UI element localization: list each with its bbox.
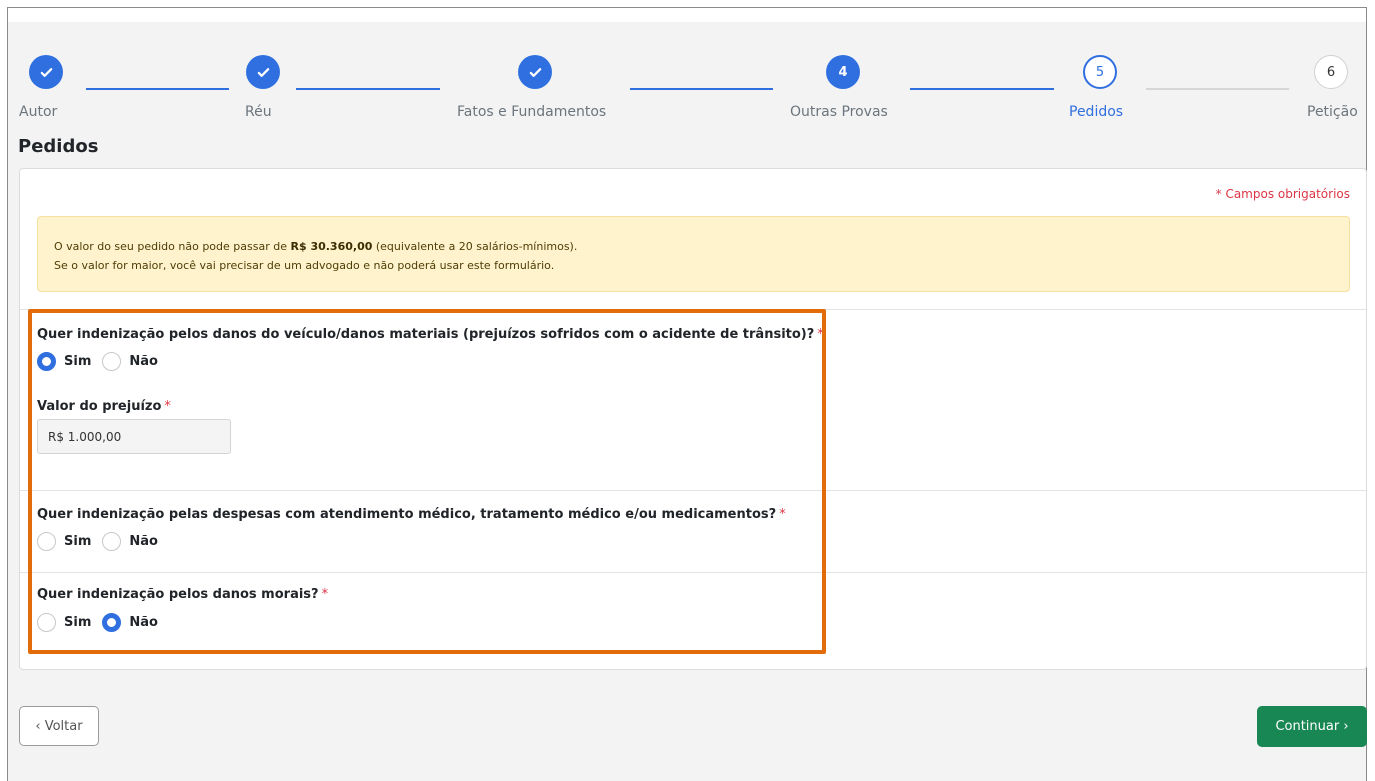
step-label-fatos[interactable]: Fatos e Fundamentos [457, 104, 606, 120]
radio-button[interactable] [102, 352, 122, 371]
radio-label: Não [129, 534, 158, 549]
step-peticao-number[interactable]: 6 [1314, 55, 1348, 89]
form-card: * Campos obrigatórios O valor do seu ped… [19, 168, 1367, 670]
step-connector [910, 88, 1054, 90]
radio-option-nao[interactable]: Não [102, 532, 158, 551]
question-text: Quer indenização pelos danos morais? [37, 587, 319, 602]
radio-group-moral-damages: Sim Não [37, 613, 169, 632]
required-mark: * [817, 327, 824, 342]
question-damage-vehicle: Quer indenização pelos danos do veículo/… [37, 327, 824, 342]
radio-option-sim[interactable]: Sim [37, 352, 91, 371]
radio-button[interactable] [37, 532, 56, 551]
question-moral-damages: Quer indenização pelos danos morais? * [37, 587, 328, 602]
step-label-peticao[interactable]: Petição [1307, 104, 1358, 120]
step-reu-check-icon[interactable] [246, 55, 280, 89]
radio-option-sim[interactable]: Sim [37, 532, 91, 551]
continue-button[interactable]: Continuar › [1257, 706, 1367, 747]
radio-label: Não [129, 615, 158, 630]
radio-label: Não [129, 354, 158, 369]
step-label-outras-provas[interactable]: Outras Provas [790, 104, 888, 120]
divider [20, 572, 1366, 573]
radio-button[interactable] [37, 352, 56, 371]
alert-line-1: O valor do seu pedido não pode passar de… [54, 237, 1333, 256]
question-medical-expenses: Quer indenização pelas despesas com aten… [37, 507, 786, 522]
required-mark: * [164, 399, 171, 414]
radio-button[interactable] [102, 613, 122, 632]
step-connector [86, 88, 229, 90]
required-mark: * [779, 507, 786, 522]
radio-group-damage-vehicle: Sim Não [37, 352, 169, 371]
radio-label: Sim [64, 534, 92, 549]
alert-amount: R$ 30.360,00 [290, 240, 373, 253]
step-fatos-check-icon[interactable] [518, 55, 552, 89]
top-strip [8, 8, 1366, 22]
alert-line-2: Se o valor for maior, você vai precisar … [54, 259, 555, 272]
step-label-pedidos[interactable]: Pedidos [1069, 104, 1123, 120]
radio-group-medical-expenses: Sim Não [37, 532, 169, 551]
check-icon [40, 67, 52, 77]
step-outras-provas-number[interactable]: 4 [826, 55, 860, 89]
question-text: Quer indenização pelos danos do veículo/… [37, 327, 815, 342]
check-icon [257, 67, 269, 77]
radio-option-nao[interactable]: Não [102, 613, 158, 632]
step-connector [630, 88, 773, 90]
required-mark: * [321, 587, 329, 602]
step-connector [296, 88, 440, 90]
divider [20, 490, 1366, 491]
back-button[interactable]: ‹ Voltar [19, 706, 99, 746]
divider [20, 309, 1366, 310]
alert-text: O valor do seu pedido não pode passar de [54, 240, 291, 253]
step-connector [1146, 88, 1289, 90]
radio-button[interactable] [102, 532, 122, 551]
radio-option-nao[interactable]: Não [102, 352, 158, 371]
value-limit-alert: O valor do seu pedido não pode passar de… [37, 216, 1350, 292]
page-title: Pedidos [18, 136, 99, 157]
question-text: Quer indenização pelas despesas com aten… [37, 507, 777, 522]
check-icon [529, 67, 541, 77]
step-pedidos-number[interactable]: 5 [1083, 55, 1117, 89]
damage-value-input[interactable] [37, 419, 231, 454]
field-label-text: Valor do prejuízo [37, 399, 162, 414]
step-autor-check-icon[interactable] [29, 55, 63, 89]
step-label-autor[interactable]: Autor [19, 104, 57, 120]
value-field-label: Valor do prejuízo * [37, 399, 171, 414]
radio-option-sim[interactable]: Sim [37, 613, 91, 632]
alert-text: (equivalente a 20 salários-mínimos). [372, 240, 578, 253]
step-label-reu[interactable]: Réu [245, 104, 272, 120]
radio-label: Sim [64, 615, 92, 630]
required-fields-note: * Campos obrigatórios [1215, 187, 1350, 201]
radio-button[interactable] [37, 613, 56, 632]
radio-label: Sim [64, 354, 92, 369]
